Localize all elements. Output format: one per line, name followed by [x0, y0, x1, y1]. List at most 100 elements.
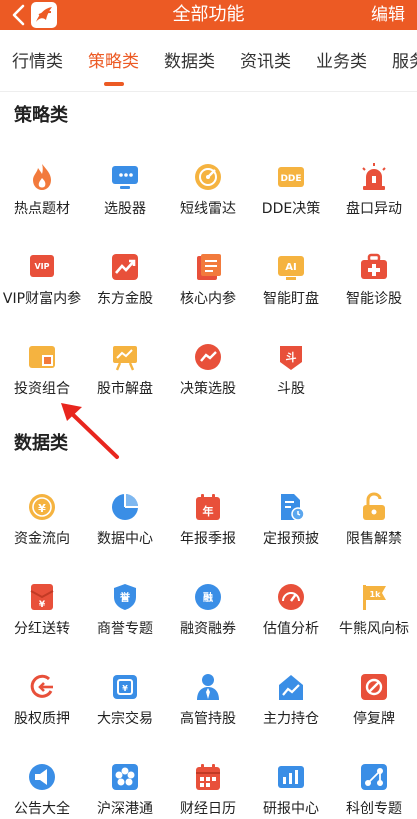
function-item-label: 融资融券	[180, 621, 236, 637]
function-item[interactable]: 短线雷达	[166, 162, 250, 252]
function-item-label: 牛熊风向标	[339, 621, 409, 637]
hk-flower-icon	[112, 764, 138, 790]
function-item[interactable]: ¥ 大宗交易	[83, 672, 167, 762]
function-item-label: 年报季报	[180, 531, 236, 547]
function-item[interactable]: 研报中心	[249, 762, 333, 819]
executive-icon	[197, 674, 219, 700]
report-icon	[197, 254, 221, 280]
function-item[interactable]: 主力持仓	[249, 672, 333, 762]
svg-text:¥: ¥	[39, 600, 46, 610]
function-item[interactable]: 核心内参	[166, 252, 250, 342]
gauge-icon	[278, 584, 304, 610]
svg-text:¥: ¥	[38, 502, 46, 515]
function-item[interactable]: 1k 牛熊风向标	[332, 582, 416, 672]
megaphone-icon	[29, 764, 55, 790]
function-item-label: 智能诊股	[346, 291, 402, 307]
function-item-label: DDE决策	[261, 201, 321, 217]
function-item[interactable]: 停复牌	[332, 672, 416, 762]
function-item[interactable]: 誉商誉专题	[83, 582, 167, 672]
tab-data[interactable]: 数据类	[164, 50, 215, 74]
presentation-icon	[113, 346, 137, 371]
flag-icon: 1k	[363, 585, 386, 610]
pie-chart-icon	[112, 494, 138, 520]
svg-text:融: 融	[203, 591, 213, 604]
function-item[interactable]: 沪深港通	[83, 762, 167, 819]
function-item-label: 大宗交易	[97, 711, 153, 727]
calendar-icon	[196, 764, 220, 790]
function-item-label: 数据中心	[97, 531, 153, 547]
tab-strategy[interactable]: 策略类	[88, 50, 139, 74]
function-item[interactable]: ¥ 资金流向	[0, 492, 84, 582]
stop-icon	[361, 674, 387, 700]
tab-market[interactable]: 行情类	[12, 50, 63, 74]
flame-icon	[33, 164, 51, 190]
edit-button[interactable]: 编辑	[371, 3, 405, 27]
function-item-label: 高管持股	[180, 711, 236, 727]
tech-icon	[361, 764, 387, 790]
function-item-label: 定报预披	[263, 531, 319, 547]
function-item[interactable]: 数据中心	[83, 492, 167, 582]
function-item-label: 估值分析	[263, 621, 319, 637]
function-item-label: 智能盯盘	[263, 291, 319, 307]
function-item-label: 主力持仓	[263, 711, 319, 727]
function-item-label: 选股器	[104, 201, 146, 217]
function-item-label: 限售解禁	[346, 531, 402, 547]
svg-text:¥: ¥	[122, 684, 128, 693]
function-item[interactable]: DDE DDE决策	[249, 162, 333, 252]
function-item[interactable]: 智能诊股	[332, 252, 416, 342]
trend-up-icon	[112, 254, 138, 280]
tab-business[interactable]: 业务类	[316, 50, 367, 74]
function-item[interactable]: 盘口异动	[332, 162, 416, 252]
function-item-label: 盘口异动	[346, 201, 402, 217]
function-item-label: 科创专题	[346, 801, 402, 817]
function-item[interactable]: 斗斗股	[249, 342, 333, 432]
function-item-label: 沪深港通	[97, 801, 153, 817]
function-item[interactable]: 财经日历	[166, 762, 250, 819]
monitor-icon	[112, 166, 138, 189]
tab-news[interactable]: 资讯类	[240, 50, 291, 74]
unlock-icon	[363, 492, 385, 520]
function-item[interactable]: 融融资融券	[166, 582, 250, 672]
page-title: 全部功能	[172, 4, 245, 25]
function-item[interactable]: 估值分析	[249, 582, 333, 672]
function-item[interactable]: VIP VIP财富内参	[0, 252, 84, 342]
function-item[interactable]: 定报预披	[249, 492, 333, 582]
function-item-label: 短线雷达	[180, 201, 236, 217]
battle-icon: 斗	[280, 346, 302, 370]
function-item-label: 研报中心	[263, 801, 319, 817]
function-item[interactable]: ¥ 分红送转	[0, 582, 84, 672]
medical-kit-icon	[361, 253, 387, 279]
function-item-label: 斗股	[277, 381, 305, 397]
radar-icon	[195, 164, 221, 190]
function-item[interactable]: 科创专题	[332, 762, 416, 819]
document-clock-icon	[281, 494, 305, 521]
function-item[interactable]: 限售解禁	[332, 492, 416, 582]
function-item[interactable]: 年年报季报	[166, 492, 250, 582]
top-bar: 全部功能 编辑	[0, 0, 417, 30]
house-chart-icon	[279, 675, 303, 700]
active-tab-indicator	[104, 82, 124, 86]
function-item[interactable]: 东方金股	[83, 252, 167, 342]
function-item[interactable]: 公告大全	[0, 762, 84, 819]
section-title-strategy: 策略类	[14, 105, 68, 126]
tab-service[interactable]: 服务	[392, 50, 417, 74]
margin-icon: 融	[195, 584, 221, 610]
dde-icon: DDE	[278, 167, 304, 187]
function-item[interactable]: AI 智能盯盘	[249, 252, 333, 342]
annotation-arrow-icon	[61, 403, 119, 459]
red-envelope-icon: ¥	[30, 584, 54, 610]
svg-text:斗: 斗	[286, 351, 297, 364]
function-item[interactable]: 股权质押	[0, 672, 84, 762]
function-item[interactable]: 高管持股	[166, 672, 250, 762]
research-chart-icon	[278, 766, 304, 788]
alarm-icon	[362, 163, 386, 190]
function-item[interactable]: 选股器	[83, 162, 167, 252]
function-item-label: 商誉专题	[97, 621, 153, 637]
portfolio-icon	[29, 346, 55, 368]
function-item[interactable]: 决策选股	[166, 342, 250, 432]
function-item-label: 财经日历	[180, 801, 236, 817]
pledge-icon	[30, 674, 53, 698]
coin-icon: ¥	[29, 494, 55, 520]
function-item-label: 决策选股	[180, 381, 236, 397]
function-item[interactable]: 热点题材	[0, 162, 84, 252]
